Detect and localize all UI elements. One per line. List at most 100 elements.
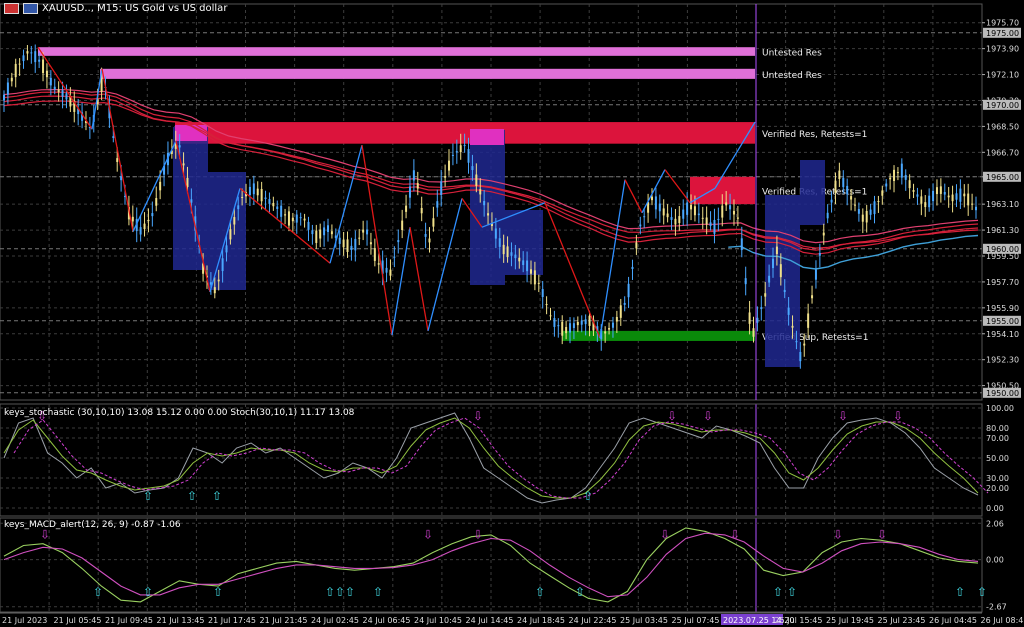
time-tick-label: 25 Jul 23:45	[878, 616, 926, 625]
arrow-up-icon: ⇧	[535, 585, 545, 599]
candle-body	[120, 176, 123, 181]
candle-body	[775, 246, 778, 255]
candle-body	[408, 186, 411, 198]
stoch-tick-label: 50.00	[986, 454, 1009, 463]
candle-body	[22, 55, 25, 62]
time-tick-label: 24 Jul 06:45	[363, 616, 411, 625]
zone-rect	[38, 47, 755, 56]
candle-body	[803, 343, 806, 346]
chart-canvas: 1975.701973.901972.101970.301968.501966.…	[0, 0, 1024, 627]
candle-body	[225, 245, 228, 253]
candle-body	[284, 214, 287, 216]
stochastic-title: keys_stochastic (30,10,10) 13.08 15.12 0…	[4, 408, 355, 418]
zone-rect	[100, 68, 755, 79]
candle-body	[674, 218, 677, 225]
candle-body	[159, 181, 162, 191]
candle-body	[338, 237, 341, 244]
stoch-tick-label: 70.00	[986, 434, 1009, 443]
candle-body	[268, 199, 271, 204]
candle-body	[299, 217, 302, 219]
arrow-up-icon: ⇧	[143, 585, 153, 599]
candle-body	[857, 209, 860, 214]
pattern-box	[765, 195, 800, 367]
candle-body	[143, 223, 146, 230]
stoch-tick-label: 30.00	[986, 474, 1009, 483]
candle-body	[721, 205, 724, 218]
candle-body	[190, 199, 193, 203]
candle-body	[217, 279, 220, 282]
candle-body	[280, 205, 283, 217]
arrow-up-icon: ⇧	[212, 489, 222, 503]
price-badge: 1970.00	[986, 101, 1019, 110]
candle-body	[818, 252, 821, 256]
candle-body	[529, 269, 532, 274]
candle-body	[26, 51, 29, 54]
candle-body	[436, 201, 439, 208]
price-tick-label: 1961.30	[986, 226, 1019, 235]
candle-body	[748, 312, 751, 324]
macd-tick-label: -2.67	[986, 603, 1007, 612]
candle-body	[619, 305, 622, 318]
price-tick-label: 1966.70	[986, 148, 1019, 157]
candle-body	[561, 321, 564, 336]
candle-body	[373, 248, 376, 261]
zone-rect	[562, 330, 755, 341]
candle-body	[959, 188, 962, 202]
candle-body	[323, 227, 326, 236]
price-tick-label: 1975.70	[986, 19, 1019, 28]
candle-body	[635, 242, 638, 249]
candle-body	[908, 180, 911, 189]
candle-body	[760, 307, 763, 310]
time-tick-label: 24 Jul 22:45	[569, 616, 617, 625]
candle-body	[811, 295, 814, 299]
candle-body	[896, 172, 899, 174]
candle-body	[799, 351, 802, 362]
candle-body	[690, 204, 693, 210]
macd-tick-label: 0.00	[986, 556, 1004, 565]
candle-body	[772, 258, 775, 269]
candle-body	[350, 245, 353, 250]
candle-body	[475, 174, 478, 186]
candle-body	[295, 214, 298, 223]
candle-body	[604, 331, 607, 334]
candle-body	[608, 328, 611, 330]
candle-body	[971, 203, 974, 205]
macd-tick-label: 2.06	[986, 519, 1004, 528]
macd-title: keys_MACD_alert(12, 26, 9) -0.87 -1.06	[4, 520, 181, 530]
candle-body	[627, 283, 630, 298]
chart-title: XAUUSD.., M15: US Gold vs US dollar	[4, 3, 227, 14]
candle-body	[233, 217, 236, 225]
candle-body	[764, 293, 767, 297]
arrow-down-icon: ⇩	[730, 527, 740, 541]
candle-body	[932, 190, 935, 202]
candle-body	[256, 188, 259, 196]
candle-body	[397, 240, 400, 243]
arrow-up-icon: ⇧	[325, 585, 335, 599]
arrow-down-icon: ⇩	[838, 409, 848, 423]
candle-body	[514, 254, 517, 259]
price-tick-label: 1957.70	[986, 278, 1019, 287]
candle-body	[580, 320, 583, 325]
arrow-up-icon: ⇧	[773, 585, 783, 599]
candle-body	[182, 163, 185, 166]
symbol-icon	[23, 3, 38, 14]
candle-body	[518, 257, 521, 262]
candle-body	[221, 258, 224, 272]
candle-body	[100, 78, 103, 92]
candle-body	[151, 213, 154, 217]
time-tick-label: 24 Jul 10:45	[414, 616, 462, 625]
candle-body	[248, 186, 251, 196]
candle-body	[736, 217, 739, 219]
candle-body	[362, 229, 365, 233]
arrow-down-icon: ⇩	[703, 409, 713, 423]
candle-body	[658, 203, 661, 212]
candle-body	[241, 196, 244, 198]
price-tick-label: 1954.10	[986, 330, 1019, 339]
candle-body	[38, 59, 41, 62]
arrow-up-icon: ⇧	[93, 585, 103, 599]
arrow-up-icon: ⇧	[977, 585, 987, 599]
candle-body	[155, 198, 158, 206]
candle-body	[229, 229, 232, 240]
candle-body	[850, 196, 853, 200]
candle-body	[713, 219, 716, 234]
